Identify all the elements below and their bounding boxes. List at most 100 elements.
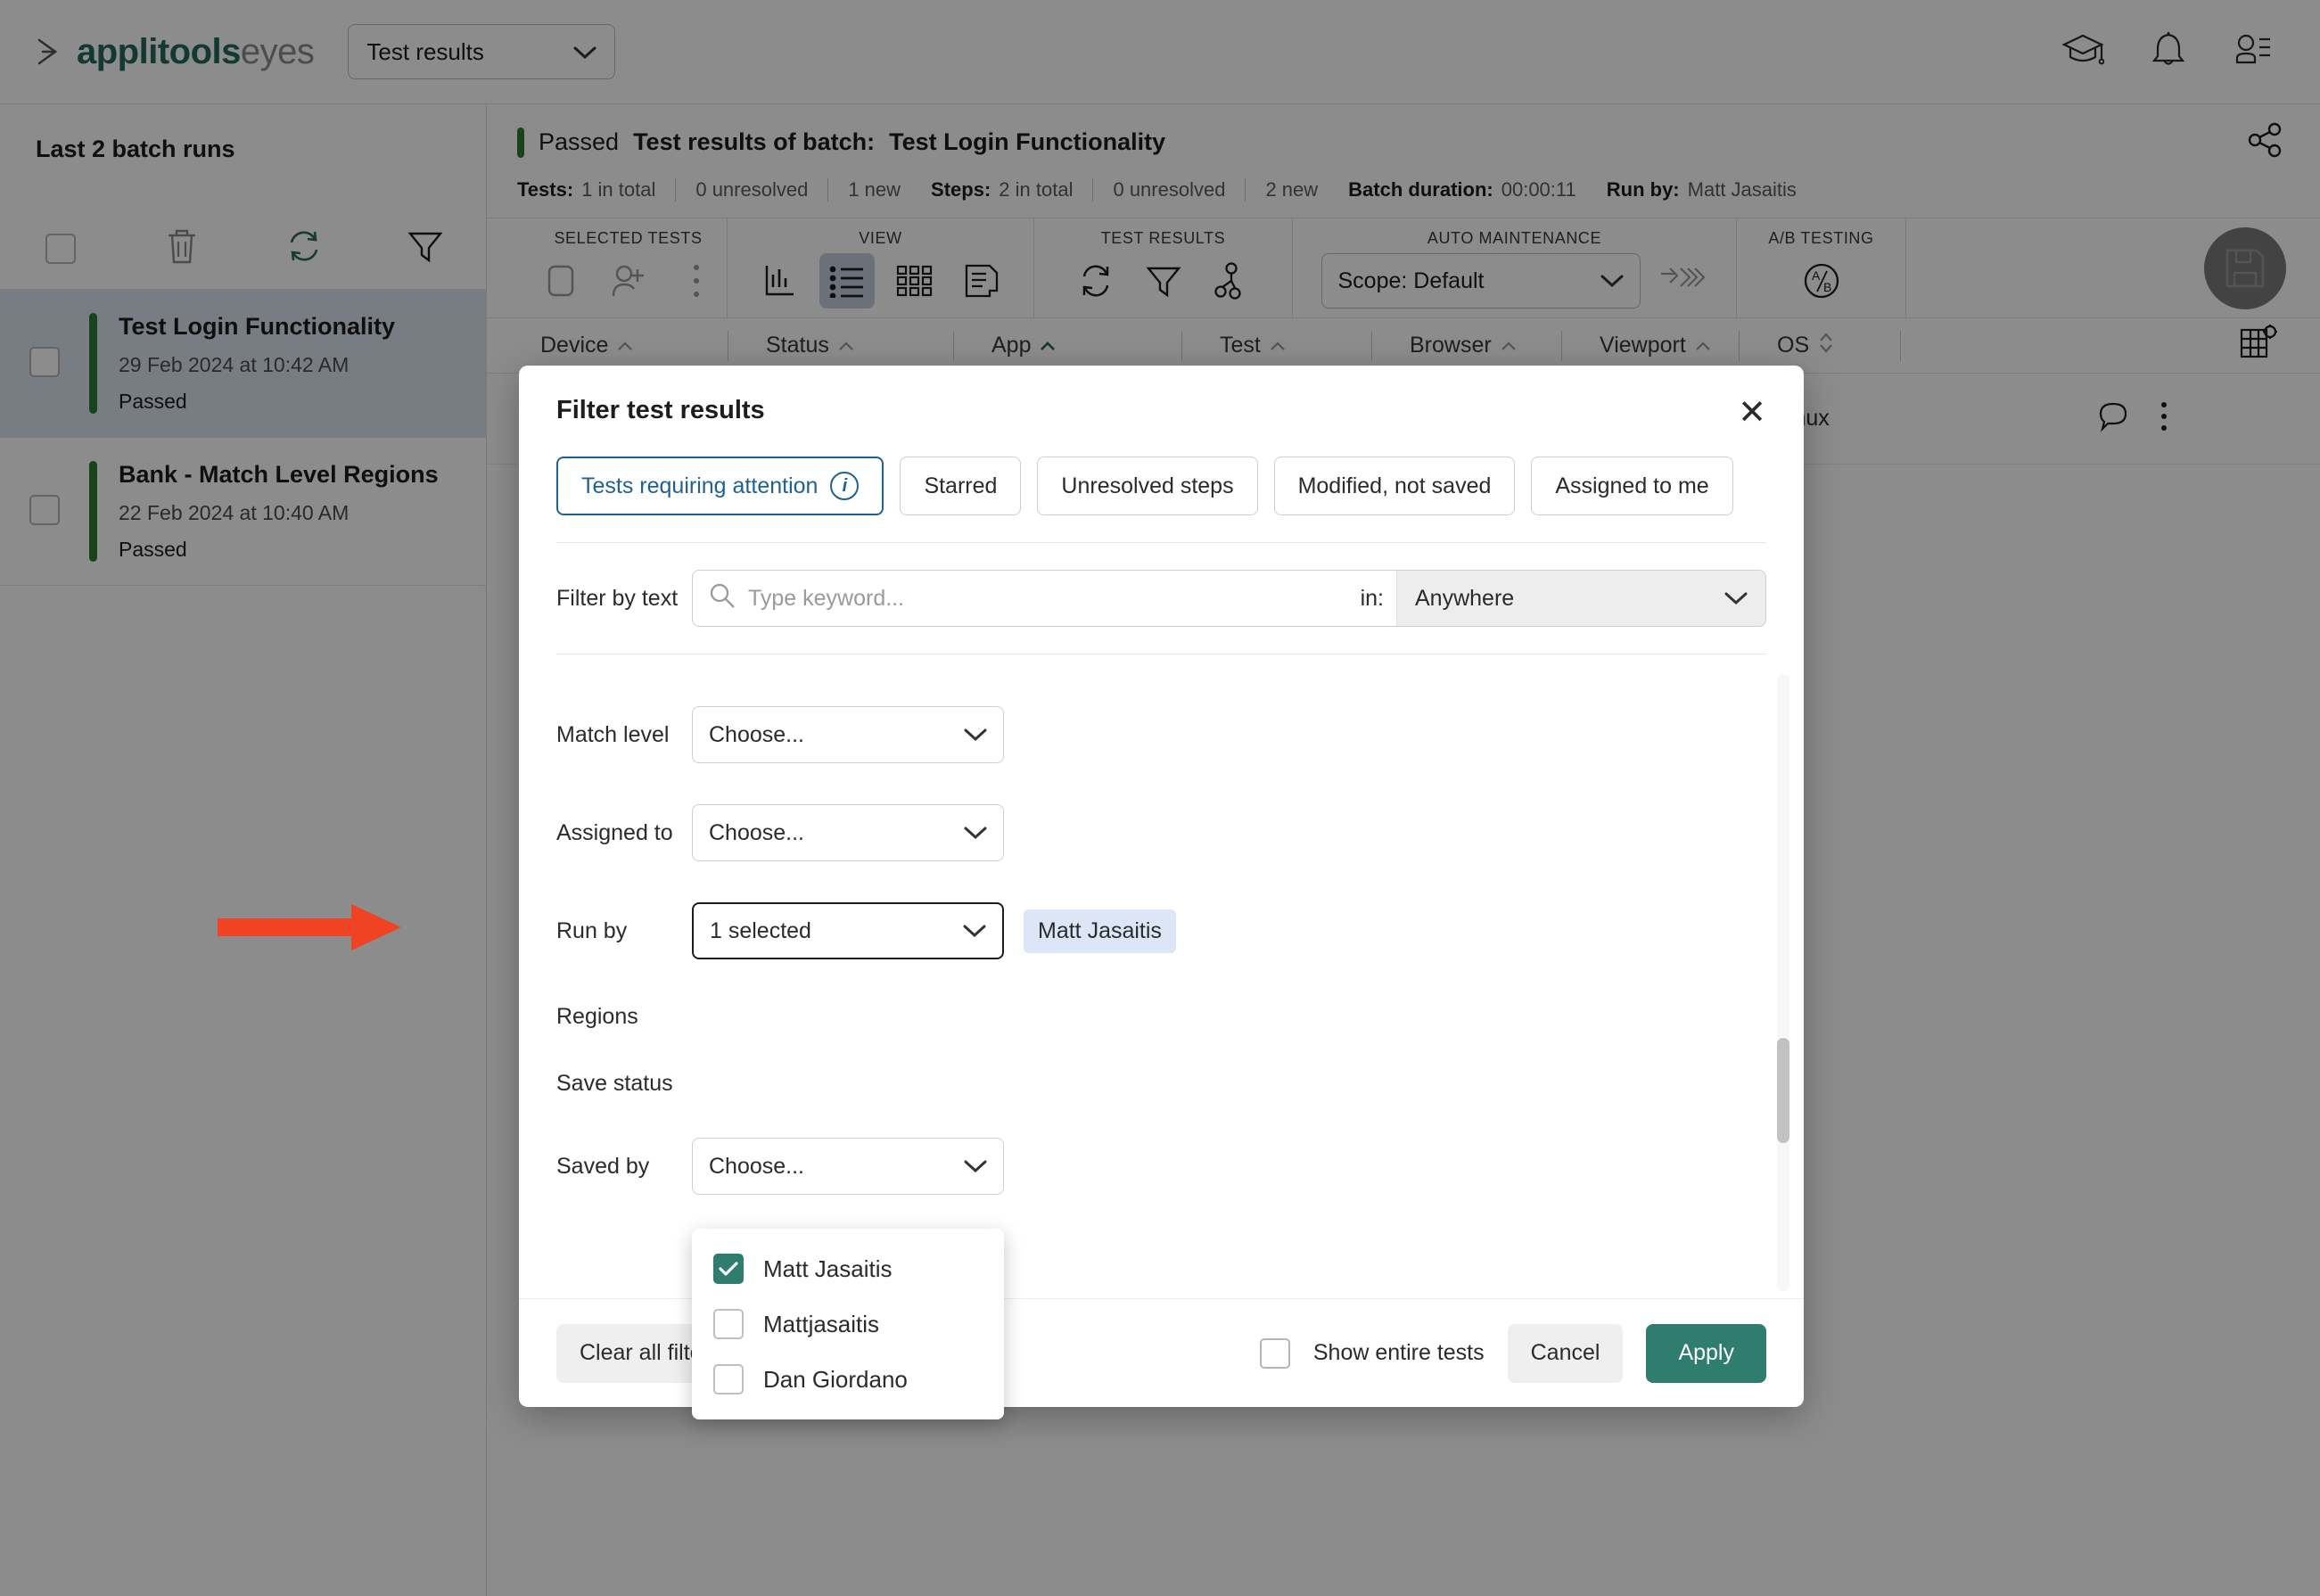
chevron-down-icon: [963, 918, 986, 944]
applitools-logo[interactable]: applitoolseyes: [36, 32, 314, 72]
batch-item-status: Passed: [119, 538, 439, 562]
match-level-select[interactable]: Choose...: [692, 706, 1004, 763]
sort-asc-icon: [617, 333, 633, 358]
refresh-icon[interactable]: [284, 226, 324, 270]
field-row-assigned-to: Assigned to Choose...: [519, 804, 1804, 861]
ab-testing-icon[interactable]: AB: [1794, 253, 1849, 309]
filter-test-results-dialog: Filter test results ✕ Tests requiring at…: [519, 366, 1804, 1407]
list-view-icon[interactable]: [819, 253, 875, 309]
batch-title-prefix: Test results of batch:: [633, 128, 875, 156]
column-header-app[interactable]: App: [954, 333, 1181, 358]
match-level-value: Choose...: [709, 722, 804, 748]
account-user-icon[interactable]: [2233, 32, 2272, 72]
batch-item-name: Bank - Match Level Regions: [119, 461, 439, 489]
scope-select[interactable]: Scope: Default: [1321, 253, 1641, 309]
column-header-device[interactable]: Device: [540, 333, 728, 358]
run-by-select[interactable]: 1 selected: [692, 902, 1004, 959]
assigned-to-select[interactable]: Choose...: [692, 804, 1004, 861]
red-arrow-annotation: [218, 901, 405, 958]
filter-icon[interactable]: [407, 228, 444, 268]
filter-icon[interactable]: [1136, 253, 1191, 309]
column-header-browser[interactable]: Browser: [1372, 333, 1561, 358]
save-disk-icon[interactable]: [2204, 227, 2286, 309]
chip-starred[interactable]: Starred: [900, 457, 1021, 515]
chip-modified-not-saved[interactable]: Modified, not saved: [1274, 457, 1516, 515]
column-settings-icon[interactable]: [2238, 323, 2320, 368]
column-header-status[interactable]: Status: [728, 333, 953, 358]
column-label: Status: [766, 333, 829, 358]
delete-icon[interactable]: [164, 226, 200, 270]
dialog-header: Filter test results ✕: [519, 366, 1804, 430]
apply-button[interactable]: Apply: [1646, 1324, 1766, 1383]
column-label: App: [991, 333, 1031, 358]
run-by-selected-tag[interactable]: Matt Jasaitis: [1024, 909, 1176, 953]
assign-user-icon[interactable]: [601, 253, 656, 309]
dropdown-option-checkbox[interactable]: [713, 1309, 744, 1339]
column-header-viewport[interactable]: Viewport: [1562, 333, 1739, 358]
run-by-dropdown: Matt Jasaitis Mattjasaitis Dan Giordano: [692, 1229, 1004, 1419]
info-icon[interactable]: i: [830, 472, 859, 500]
chart-view-icon[interactable]: [752, 253, 807, 309]
dialog-scrollbar-thumb[interactable]: [1777, 1038, 1789, 1143]
refresh-icon[interactable]: [1068, 253, 1123, 309]
more-options-icon[interactable]: [2160, 400, 2168, 437]
academy-cap-icon[interactable]: [2061, 32, 2104, 72]
chevron-down-icon: [1600, 268, 1624, 294]
toolbar-group-label: TEST RESULTS: [1101, 218, 1226, 253]
batch-status-bar: [89, 313, 97, 414]
regions-label: Regions: [556, 1004, 692, 1030]
steps-new: 2 new: [1265, 178, 1318, 202]
chevron-down-icon: [1724, 586, 1748, 612]
dropdown-option[interactable]: Dan Giordano: [692, 1352, 1004, 1407]
column-header-test[interactable]: Test: [1182, 333, 1371, 358]
run-by-label: Run by: [556, 918, 692, 944]
batch-list-item[interactable]: Bank - Match Level Regions 22 Feb 2024 a…: [0, 438, 486, 586]
comment-icon[interactable]: [2097, 400, 2129, 437]
batch-item-checkbox[interactable]: [29, 347, 60, 377]
search-scope-select[interactable]: Anywhere: [1396, 571, 1765, 626]
search-input[interactable]: Type keyword...: [693, 582, 1361, 615]
grid-view-icon[interactable]: [887, 253, 942, 309]
toolbar-group-ab-testing: A/B TESTING AB: [1737, 218, 1906, 317]
duration-label: Batch duration:: [1348, 178, 1493, 202]
cancel-button[interactable]: Cancel: [1508, 1324, 1624, 1383]
dialog-scrollbar-track[interactable]: [1777, 674, 1789, 1291]
saved-by-label: Saved by: [556, 1154, 692, 1180]
filter-by-text-control: Type keyword... in: Anywhere: [692, 570, 1766, 627]
sidebar-title: Last 2 batch runs: [0, 104, 486, 163]
column-label: Device: [540, 333, 608, 358]
sort-asc-icon: [838, 333, 854, 358]
apply-label: Apply: [1678, 1340, 1734, 1366]
dropdown-option[interactable]: Mattjasaitis: [692, 1296, 1004, 1352]
save-status-label: Save status: [556, 1071, 692, 1097]
toolbar-right: [1906, 218, 2320, 317]
tests-new: 1 new: [848, 178, 901, 202]
select-all-checkbox[interactable]: [45, 234, 76, 264]
branch-icon[interactable]: [1204, 253, 1259, 309]
show-entire-tests-checkbox[interactable]: [1260, 1338, 1290, 1369]
batch-meta: Tests: 1 in total 0 unresolved 1 new Ste…: [517, 164, 2290, 218]
dropdown-option-checkbox[interactable]: [713, 1254, 744, 1284]
dropdown-option-checkbox[interactable]: [713, 1364, 744, 1394]
chip-label: Starred: [924, 473, 997, 499]
share-icon[interactable]: [2245, 120, 2290, 164]
batch-item-date: 22 Feb 2024 at 10:40 AM: [119, 501, 439, 525]
app-select[interactable]: Test results: [348, 24, 615, 79]
doc-view-icon[interactable]: [955, 253, 1010, 309]
notifications-bell-icon[interactable]: [2151, 31, 2186, 73]
column-header-os[interactable]: OS: [1740, 331, 1900, 360]
chip-tests-requiring-attention[interactable]: Tests requiring attention i: [556, 457, 884, 515]
batch-item-name: Test Login Functionality: [119, 313, 395, 341]
toolbar-group-label: AUTO MAINTENANCE: [1427, 218, 1601, 253]
chip-assigned-to-me[interactable]: Assigned to me: [1531, 457, 1732, 515]
close-icon[interactable]: ✕: [1738, 396, 1766, 430]
chip-unresolved-steps[interactable]: Unresolved steps: [1037, 457, 1257, 515]
batch-item-checkbox[interactable]: [29, 495, 60, 525]
apply-maintenance-icon[interactable]: [1653, 253, 1708, 309]
dropdown-option[interactable]: Matt Jasaitis: [692, 1241, 1004, 1296]
batch-list-item[interactable]: Test Login Functionality 29 Feb 2024 at …: [0, 290, 486, 438]
column-label: Test: [1220, 333, 1261, 358]
more-options-icon[interactable]: [669, 253, 724, 309]
select-tests-checkbox[interactable]: [533, 253, 588, 309]
saved-by-select[interactable]: Choose...: [692, 1138, 1004, 1195]
